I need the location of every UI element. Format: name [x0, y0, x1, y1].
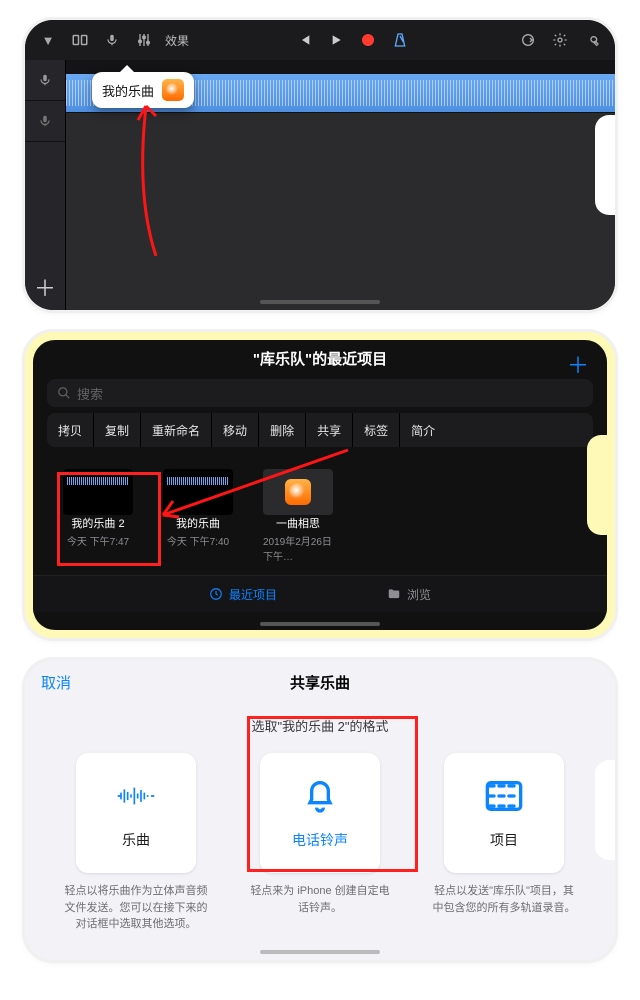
dropdown-icon[interactable]: ▼ — [35, 27, 61, 53]
menu-move[interactable]: 移动 — [212, 413, 259, 447]
device-notch — [595, 115, 615, 215]
menu-rename[interactable]: 重新命名 — [141, 413, 212, 447]
share-title: 共享乐曲 — [290, 672, 350, 693]
menu-tags[interactable]: 标签 — [353, 413, 400, 447]
search-input[interactable]: 搜索 — [47, 379, 593, 407]
sliders-icon[interactable] — [131, 27, 157, 53]
settings-icon[interactable] — [547, 27, 573, 53]
device-notch — [587, 435, 607, 535]
annotation-highlight-box — [57, 472, 161, 566]
rewind-icon[interactable] — [291, 27, 317, 53]
view-toggle-icon[interactable] — [67, 27, 93, 53]
card-description: 轻点以发送"库乐队"项目，其中包含您的所有多轨道录音。 — [429, 883, 579, 916]
device-notch — [595, 760, 615, 860]
song-name-popover[interactable]: 我的乐曲 — [92, 72, 194, 108]
track-area: ＋ 我的乐曲 — [25, 60, 615, 310]
track-headers: ＋ — [25, 60, 66, 310]
garageband-app-icon — [162, 79, 184, 101]
metronome-icon[interactable] — [387, 27, 413, 53]
recent-projects-panel-outer: "库乐队"的最近项目 ＋ 搜索 拷贝 复制 重新命名 移动 删除 共享 标签 简… — [25, 332, 615, 638]
garageband-editor-panel: ▼ 效果 — [25, 20, 615, 310]
add-track-button[interactable]: ＋ — [25, 264, 65, 310]
search-icon — [57, 386, 71, 400]
project-thumbnail — [163, 469, 233, 515]
card-description: 轻点来为 iPhone 创建自定电话铃声。 — [245, 883, 395, 916]
project-date: 2019年2月26日 下午… — [263, 533, 333, 563]
home-indicator — [260, 950, 380, 954]
page-title: "库乐队"的最近项目 — [33, 340, 607, 369]
record-icon[interactable] — [355, 27, 381, 53]
clock-icon — [209, 587, 223, 601]
project-date: 今天 下午7:40 — [167, 533, 229, 548]
share-sheet-panel: 取消 共享乐曲 选取"我的乐曲 2"的格式 乐曲 轻点以将乐曲作为立体声音频文件… — [25, 660, 615, 960]
menu-info[interactable]: 简介 — [400, 413, 446, 447]
context-menu: 拷贝 复制 重新命名 移动 删除 共享 标签 简介 — [47, 413, 593, 447]
format-song-card[interactable]: 乐曲 — [76, 753, 196, 873]
format-project-card[interactable]: 项目 — [444, 753, 564, 873]
annotation-highlight-box — [247, 716, 418, 872]
tab-label: 浏览 — [407, 586, 431, 603]
mic-icon[interactable] — [99, 27, 125, 53]
recent-projects-panel: "库乐队"的最近项目 ＋ 搜索 拷贝 复制 重新命名 移动 删除 共享 标签 简… — [33, 340, 607, 630]
timeline[interactable]: 我的乐曲 — [66, 60, 615, 310]
menu-duplicate[interactable]: 复制 — [94, 413, 141, 447]
home-indicator — [260, 622, 380, 626]
folder-icon — [387, 587, 401, 601]
menu-share[interactable]: 共享 — [306, 413, 353, 447]
menu-copy[interactable]: 拷贝 — [47, 413, 94, 447]
menu-delete[interactable]: 删除 — [259, 413, 306, 447]
waveform-icon — [116, 776, 156, 816]
project-name: 我的乐曲 — [176, 515, 220, 531]
share-header: 取消 共享乐曲 — [25, 660, 615, 704]
editor-toolbar: ▼ 效果 — [25, 20, 615, 60]
card-description: 轻点以将乐曲作为立体声音频文件发送。您可以在接下来的对话框中选取其他选项。 — [61, 883, 211, 933]
cancel-button[interactable]: 取消 — [41, 672, 71, 693]
song-name-label: 我的乐曲 — [102, 81, 154, 100]
project-item[interactable]: 我的乐曲 今天 下午7:40 — [163, 469, 233, 563]
wrench-icon[interactable] — [579, 27, 605, 53]
play-icon[interactable] — [323, 27, 349, 53]
garageband-app-icon — [285, 479, 311, 505]
home-indicator — [260, 300, 380, 304]
track-head-mic-2[interactable] — [25, 101, 65, 142]
card-label: 项目 — [490, 830, 518, 850]
fx-label[interactable]: 效果 — [165, 32, 189, 49]
tab-browse[interactable]: 浏览 — [387, 586, 431, 603]
card-label: 乐曲 — [122, 830, 150, 850]
project-thumbnail — [263, 469, 333, 515]
bottom-tab-bar: 最近项目 浏览 — [33, 575, 607, 612]
project-item[interactable]: 一曲相思 2019年2月26日 下午… — [263, 469, 333, 563]
tab-recent[interactable]: 最近项目 — [209, 586, 277, 603]
tab-label: 最近项目 — [229, 586, 277, 603]
tracks-icon — [484, 776, 524, 816]
annotation-arrow — [116, 96, 276, 256]
track-head-mic-1[interactable] — [25, 60, 65, 101]
search-placeholder: 搜索 — [77, 384, 103, 403]
add-button[interactable]: ＋ — [567, 348, 589, 380]
project-name: 一曲相思 — [276, 515, 320, 531]
loop-icon[interactable] — [515, 27, 541, 53]
